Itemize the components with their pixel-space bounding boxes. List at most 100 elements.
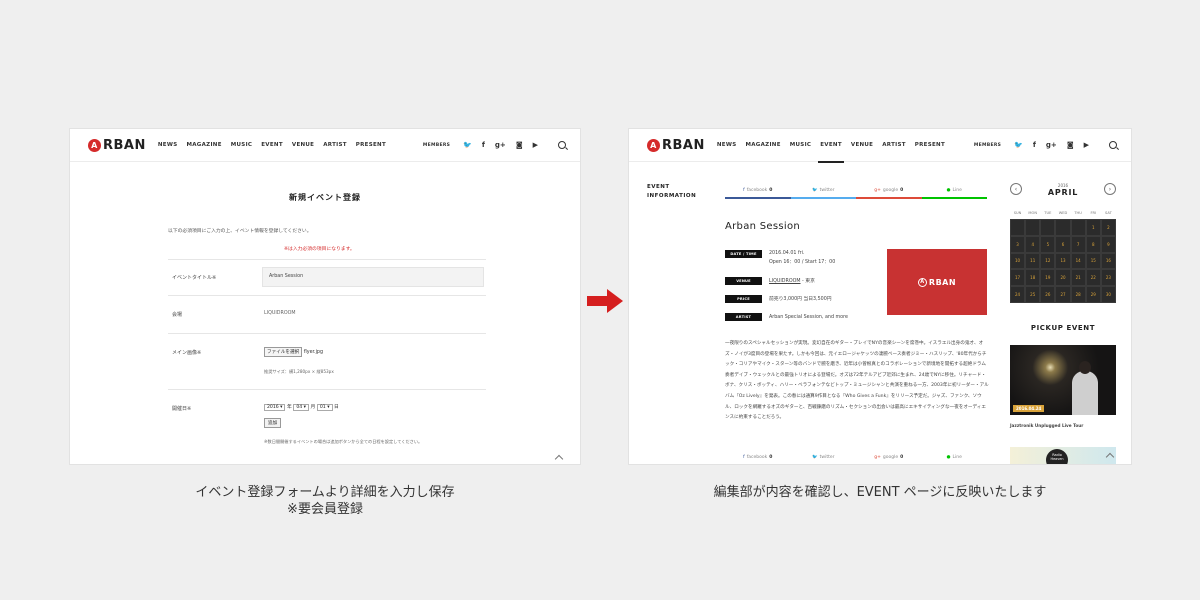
calendar-day[interactable]: 27: [1055, 286, 1071, 303]
day-select[interactable]: 01 ▾: [316, 404, 333, 411]
pickup-caption[interactable]: Jazztronik Unplugged Live Tour: [1010, 423, 1083, 428]
calendar-day[interactable]: 1: [1085, 219, 1101, 236]
calendar-day[interactable]: 17: [1010, 269, 1026, 287]
calendar-day[interactable]: 8: [1085, 235, 1101, 253]
main-nav: NEWS MAGAZINE MUSIC EVENT VENUE ARTIST P…: [158, 129, 386, 162]
site-header: A RBAN NEWS MAGAZINE MUSIC EVENT VENUE A…: [629, 129, 1131, 163]
logo[interactable]: A RBAN: [88, 138, 146, 153]
event-flyer-image: A RBAN: [887, 249, 987, 315]
form-row-date: 開催日※ 2016 ▾ 年 04 ▾ 月 01 ▾ 日 追加 ※数日間開催するイ…: [168, 389, 486, 463]
nav-item-venue[interactable]: VENUE: [292, 129, 314, 162]
nav-item-event[interactable]: EVENT: [261, 129, 283, 162]
calendar-day[interactable]: 21: [1070, 269, 1086, 287]
facebook-icon[interactable]: f: [1033, 141, 1036, 149]
nav-item-magazine[interactable]: MAGAZINE: [186, 129, 221, 162]
price-tag: PRICE: [725, 295, 762, 303]
calendar-day[interactable]: 24: [1010, 286, 1026, 303]
weekday-label: TUE: [1044, 211, 1052, 215]
share-twitter[interactable]: 🐦 twitter: [791, 450, 857, 464]
calendar-day[interactable]: 18: [1025, 269, 1041, 287]
nav-item-music[interactable]: MUSIC: [231, 129, 252, 162]
event-page-screenshot: A RBAN NEWS MAGAZINE MUSIC EVENT VENUE A…: [628, 128, 1132, 465]
calendar-day[interactable]: 26: [1040, 286, 1056, 303]
calendar-day[interactable]: 11: [1025, 252, 1041, 270]
calendar-day[interactable]: 2: [1100, 219, 1116, 236]
calendar-day[interactable]: 14: [1070, 252, 1086, 270]
share-line[interactable]: ● Line: [921, 183, 987, 199]
calendar-day[interactable]: 28: [1070, 286, 1086, 303]
calendar-day[interactable]: 25: [1025, 286, 1041, 303]
members-link[interactable]: MEMBERS: [974, 143, 1001, 148]
calendar-day[interactable]: 12: [1040, 252, 1056, 270]
calendar-day[interactable]: 10: [1010, 252, 1026, 270]
event-title-input[interactable]: Arban Session: [262, 267, 484, 287]
calendar-day[interactable]: 4: [1025, 235, 1041, 253]
calendar-day[interactable]: 13: [1055, 252, 1071, 270]
venue-value: LIQUIDROOM - 東京: [769, 279, 815, 284]
venue-link[interactable]: LIQUIDROOM: [769, 279, 801, 284]
venue-input[interactable]: LIQUIDROOM: [264, 311, 296, 316]
share-facebook[interactable]: f facebook 0: [725, 183, 791, 199]
month-select[interactable]: 04 ▾: [293, 404, 309, 411]
instagram-icon[interactable]: ◙: [516, 141, 523, 149]
share-twitter[interactable]: 🐦 twitter: [790, 183, 856, 199]
google-plus-icon[interactable]: g+: [1046, 141, 1057, 149]
nav-item-present[interactable]: PRESENT: [356, 129, 386, 162]
nav-item-news[interactable]: NEWS: [717, 129, 737, 162]
image-size-note: 推奨サイズ：横1,280px × 縦853px: [264, 369, 334, 374]
calendar-day[interactable]: 3: [1010, 235, 1026, 253]
calendar-day[interactable]: 19: [1040, 269, 1056, 287]
scroll-top-icon[interactable]: [554, 454, 564, 464]
event-description: 一夜限りのスペシャルセッションが実現。変幻自在のギター・プレイでNYの音楽シーン…: [725, 341, 989, 421]
nav-item-music[interactable]: MUSIC: [790, 129, 811, 162]
nav-item-present[interactable]: PRESENT: [915, 129, 945, 162]
calendar-day[interactable]: 20: [1055, 269, 1071, 287]
nav-item-magazine[interactable]: MAGAZINE: [745, 129, 780, 162]
file-select-button[interactable]: ファイルを選択: [264, 347, 303, 357]
nav-item-news[interactable]: NEWS: [158, 129, 178, 162]
nav-right: MEMBERS 🐦 f g+ ◙ ▶: [974, 141, 1117, 149]
youtube-icon[interactable]: ▶: [533, 141, 538, 149]
calendar-day[interactable]: 23: [1100, 269, 1116, 287]
instagram-icon[interactable]: ◙: [1067, 141, 1074, 149]
members-link[interactable]: MEMBERS: [423, 143, 450, 148]
search-icon[interactable]: [1109, 141, 1117, 149]
nav-item-artist[interactable]: ARTIST: [882, 129, 906, 162]
facebook-icon[interactable]: f: [482, 141, 485, 149]
share-google[interactable]: g+ google 0: [856, 450, 922, 464]
line-icon: ●: [946, 187, 951, 193]
logo[interactable]: A RBAN: [647, 138, 705, 153]
calendar-day[interactable]: 29: [1085, 286, 1101, 303]
twitter-icon[interactable]: 🐦: [463, 141, 472, 149]
flyer-logo: A RBAN: [917, 277, 956, 287]
year-select[interactable]: 2016 ▾: [264, 404, 286, 411]
calendar-day: [1040, 219, 1056, 236]
calendar-day[interactable]: 6: [1055, 235, 1071, 253]
calendar-day[interactable]: 30: [1100, 286, 1116, 303]
calendar-day[interactable]: 9: [1100, 235, 1116, 253]
calendar-day[interactable]: 22: [1085, 269, 1101, 287]
add-date-button[interactable]: 追加: [264, 418, 282, 428]
weekday-label: WED: [1058, 211, 1068, 215]
pickup-next-image[interactable]: Radio Heaven: [1010, 447, 1116, 464]
youtube-icon[interactable]: ▶: [1084, 141, 1089, 149]
calendar-day[interactable]: 15: [1085, 252, 1101, 270]
nav-item-artist[interactable]: ARTIST: [323, 129, 347, 162]
calendar-month: APRIL: [1047, 188, 1079, 197]
google-plus-icon[interactable]: g+: [495, 141, 506, 149]
calendar-day[interactable]: 16: [1100, 252, 1116, 270]
calendar-day[interactable]: 7: [1070, 235, 1086, 253]
share-facebook[interactable]: f facebook 0: [725, 450, 791, 464]
share-google[interactable]: g+ google 0: [856, 183, 922, 199]
pickup-image[interactable]: 2016.04.24: [1010, 345, 1116, 415]
share-line[interactable]: ● Line: [922, 450, 988, 464]
search-icon[interactable]: [558, 141, 566, 149]
price-value: 前売り3,000円 当日3,500円: [769, 297, 832, 302]
nav-item-venue[interactable]: VENUE: [851, 129, 873, 162]
twitter-icon[interactable]: 🐦: [1014, 141, 1023, 149]
nav-item-event[interactable]: EVENT: [818, 129, 844, 163]
share-bar-top: f facebook 0 🐦 twitter g+ google 0 ● Line: [725, 183, 987, 199]
logo-text: RBAN: [103, 137, 146, 153]
calendar-day[interactable]: 5: [1040, 235, 1056, 253]
logo-mark: A: [88, 138, 101, 152]
